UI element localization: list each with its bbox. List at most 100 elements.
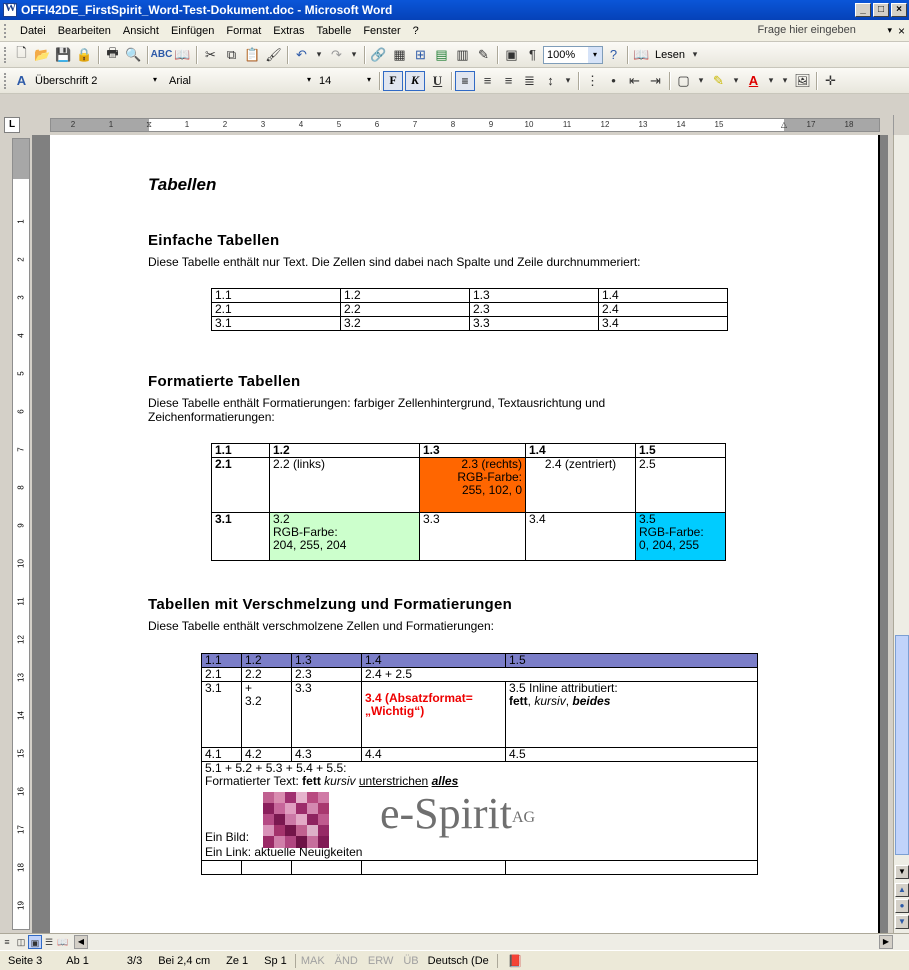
horizontal-ruler[interactable]: 2 1 ⧖ 1 2 3 4 5 6 7 8 9 10 11 12 13 14 1… [50,118,880,132]
table-cell[interactable]: 1.1 [211,288,341,303]
highlight-icon[interactable]: ✎ [708,70,729,91]
scroll-down-icon[interactable]: ▼ [895,865,909,879]
insert-picture-icon[interactable]: 🖼 [792,70,813,91]
decrease-indent-icon[interactable]: ⇤ [624,70,645,91]
table-cell[interactable]: 3.1 [211,512,270,561]
vertical-ruler[interactable]: 1 2 3 4 5 6 7 8 9 10 11 12 13 14 15 16 1… [12,138,30,930]
document-close-icon[interactable]: × [898,24,905,38]
table-cell[interactable]: 1.4 [598,288,728,303]
status-overtype[interactable]: ÜB [398,955,423,967]
horizontal-scroll-track[interactable] [88,935,879,949]
format-painter-icon[interactable]: 🖌 [263,44,284,65]
maximize-button[interactable]: □ [873,3,889,17]
table-cell[interactable]: 1.2 [269,443,420,458]
drawing-icon[interactable]: ✎ [473,44,494,65]
table-header-cell[interactable]: 1.1 [201,653,242,668]
print-layout-icon[interactable]: ▣ [28,935,42,949]
table-cell[interactable]: 1.4 [525,443,636,458]
style-dropdown-icon[interactable]: ▾ [148,72,162,88]
numbering-icon[interactable]: ⋮ [582,70,603,91]
close-button[interactable]: × [891,3,907,17]
table-cell[interactable]: 1.3 [469,288,599,303]
table-cell-merged-full[interactable]: 5.1 + 5.2 + 5.3 + 5.4 + 5.5: Formatierte… [201,761,758,861]
table-cell[interactable]: 3.1 [201,681,242,748]
hyperlink-icon[interactable]: 🔗 [368,44,389,65]
tables-borders-icon[interactable]: ▦ [389,44,410,65]
paste-icon[interactable]: 📋 [242,44,263,65]
table-cell[interactable]: 2.2 (links) [269,457,420,513]
zoom-select[interactable]: 100% ▾ [543,45,603,64]
table-cell[interactable]: + 3.2 [241,681,292,748]
table-cell-important[interactable]: 3.4 (Absatzformat= „Wichtig“) [361,681,506,748]
columns-icon[interactable]: ▥ [452,44,473,65]
align-right-icon[interactable]: ≡ [498,70,519,91]
menu-tabelle[interactable]: Tabelle [310,25,357,37]
underline-button[interactable]: U [427,70,448,91]
menu-fenster[interactable]: Fenster [357,25,406,37]
new-document-icon[interactable]: 🗋 [11,44,32,65]
bold-button[interactable]: F [383,70,403,91]
table-cell-empty[interactable] [505,860,758,875]
table-header-cell[interactable]: 1.2 [241,653,292,668]
font-select[interactable]: Arial ▾ [166,72,316,90]
undo-dropdown-icon[interactable]: ▾ [312,44,326,65]
menu-bearbeiten[interactable]: Bearbeiten [52,25,117,37]
permission-icon[interactable]: 🔒 [74,44,95,65]
table-cell[interactable]: 1.2 [340,288,470,303]
reading-layout-icon[interactable]: 📖 [56,935,70,949]
help-icon[interactable]: ? [603,44,624,65]
table-move-icon[interactable]: ✛ [820,70,841,91]
cut-icon[interactable]: ✂ [200,44,221,65]
first-line-indent-marker[interactable]: ⧖ [146,120,152,130]
scroll-top-split-icon[interactable] [893,115,909,135]
table-cell[interactable]: 2.5 [635,457,726,513]
previous-page-icon[interactable]: ▲ [895,883,909,897]
toolbar-grip[interactable] [4,46,8,63]
italic-button[interactable]: K [405,70,425,91]
menu-extras[interactable]: Extras [267,25,310,37]
table-cell[interactable]: 4.1 [201,747,242,762]
browse-object-icon[interactable]: ● [895,899,909,913]
table-cell-cyan[interactable]: 3.5 RGB-Farbe: 0, 204, 255 [635,512,726,561]
justify-icon[interactable]: ≣ [519,70,540,91]
font-color-dropdown-icon[interactable]: ▾ [764,70,778,91]
borders-dropdown-icon[interactable]: ▾ [694,70,708,91]
table-cell[interactable]: 2.3 [469,302,599,317]
borders-icon[interactable]: ▢ [673,70,694,91]
menu-datei[interactable]: Datei [14,25,52,37]
table-header-cell[interactable]: 1.3 [291,653,362,668]
table-cell[interactable]: 4.3 [291,747,362,762]
table-cell-merged[interactable]: 2.4 + 2.5 [361,667,758,682]
font-dropdown-icon[interactable]: ▾ [302,72,316,88]
minimize-button[interactable]: _ [855,3,871,17]
tab-stop-selector[interactable]: L [4,117,20,133]
table-cell[interactable]: 3.5 Inline attributiert: fett, kursiv, b… [505,681,758,748]
print-icon[interactable]: 🖶 [102,44,123,65]
table-header-cell[interactable]: 1.5 [505,653,758,668]
redo-icon[interactable]: ↷ [326,44,347,65]
menu-einfuegen[interactable]: Einfügen [165,25,220,37]
help-search-input[interactable]: Frage hier eingeben [753,23,875,39]
font-size-dropdown-icon[interactable]: ▾ [362,72,376,88]
increase-indent-icon[interactable]: ⇥ [645,70,666,91]
line-spacing-icon[interactable]: ↕ [540,70,561,91]
research-icon[interactable]: 📖 [172,44,193,65]
toolbar-grip[interactable] [4,72,8,89]
table-cell[interactable]: 1.5 [635,443,726,458]
menu-format[interactable]: Format [220,25,267,37]
read-mode-icon[interactable]: 📖 [631,44,652,65]
table-cell[interactable]: 3.3 [291,681,362,748]
normal-view-icon[interactable]: ≡ [0,935,14,949]
table-cell[interactable]: 2.2 [241,667,292,682]
table-cell[interactable]: 2.1 [211,457,270,513]
show-formatting-icon[interactable]: ¶ [522,44,543,65]
table-cell-green[interactable]: 3.2 RGB-Farbe: 204, 255, 204 [269,512,420,561]
style-select[interactable]: Überschrift 2 ▾ [32,72,162,90]
styles-formatting-icon[interactable]: A [11,70,32,91]
outline-view-icon[interactable]: ☰ [42,935,56,949]
table-cell-orange[interactable]: 2.3 (rechts) RGB-Farbe: 255, 102, 0 [419,457,526,513]
table-cell[interactable]: 2.1 [201,667,242,682]
vertical-scrollbar[interactable]: ▼ ▲ ● ▼ [893,135,909,933]
toolbar-options-icon[interactable]: ▾ [778,70,792,91]
web-layout-icon[interactable]: ◫ [14,935,28,949]
